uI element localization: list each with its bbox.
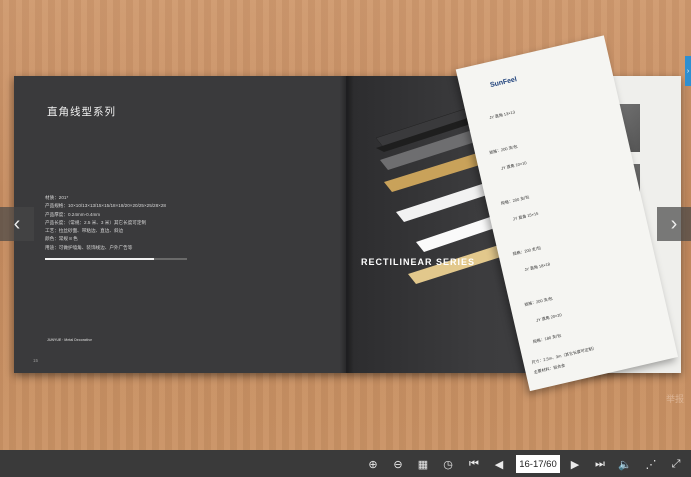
catalog-text: 规格：200 支/包 (512, 245, 542, 257)
product-specs: 材质：201* 产品规格：10×10/13×13/15×15/18×18/20×… (45, 194, 166, 252)
spec-line: 材质：201* (45, 195, 69, 200)
catalog-text: JY 直角 20×20 (535, 312, 563, 323)
zoom-in-icon[interactable]: ⊕ (364, 455, 382, 473)
brand-footer: JUNYUE · Metal Decorative (47, 338, 93, 342)
prev-page-icon[interactable]: ◀ (490, 455, 508, 473)
prev-page-button[interactable]: ‹ (0, 207, 34, 241)
catalog-text: 规格：200 支/包 (523, 295, 554, 308)
spec-line: 产品厚度：0.24mm-0.4mm (45, 211, 101, 217)
catalog-text: 规格：200 支/包 (488, 143, 518, 156)
decorative-bar-fill (45, 258, 155, 260)
left-page-number: 15 (33, 358, 39, 363)
catalog-text: JY 直角 10×10 (500, 160, 528, 171)
right-page-title: RECTILINEAR SERIES (361, 257, 476, 267)
catalog-text: JY 直角 18×18 (523, 261, 551, 273)
sound-icon[interactable]: 🔈 (616, 455, 634, 473)
catalog-text: JY 直角 15×15 (512, 210, 539, 222)
brand-logo: SunFeel (489, 76, 518, 90)
spec-line: 工艺：拉丝砂面、带粘边、直边、斜边 (45, 228, 124, 234)
decorative-bar (45, 258, 187, 260)
book-spine (340, 76, 354, 373)
catalog-text: 规格：180 支/包 (532, 332, 562, 345)
spec-line: 颜色：常规 8 色 (45, 236, 78, 242)
bottom-toolbar: ⊕ ⊖ ▦ ◷ ⏮ ◀ 16-17/60 ▶ ⏭ 🔈 ⋰ ⤢ (0, 450, 691, 477)
side-panel-toggle[interactable]: › (685, 56, 691, 86)
spec-line: 产品规格：10×10/13×13/15×15/18×18/20×20/25×25… (45, 203, 166, 209)
thumbnails-icon[interactable]: ▦ (414, 455, 432, 473)
next-page-button[interactable]: › (657, 207, 691, 241)
next-page-icon[interactable]: ▶ (566, 455, 584, 473)
catalog-text: 规格：200 支/包 (500, 194, 530, 206)
catalog-text: JY 直角 13×13 (488, 109, 516, 121)
autoplay-icon[interactable]: ◷ (439, 455, 457, 473)
zoom-out-icon[interactable]: ⊖ (389, 455, 407, 473)
report-link[interactable]: 举报 (666, 392, 684, 405)
page-indicator[interactable]: 16-17/60 (516, 455, 560, 473)
spec-line: 用途：可做护墙角、装饰线边、户外广告等 (45, 244, 133, 250)
fullscreen-icon[interactable]: ⤢ (667, 455, 685, 473)
left-page-title: 直角线型系列 (47, 106, 116, 118)
spec-line: 产品长度：（常规：2.5 米、3 米）其它长度可定制 (45, 219, 147, 225)
left-page[interactable]: 直角线型系列 材质：201* 产品规格：10×10/13×13/15×15/18… (14, 76, 346, 373)
first-page-icon[interactable]: ⏮ (465, 455, 483, 473)
last-page-icon[interactable]: ⏭ (591, 455, 609, 473)
share-icon[interactable]: ⋰ (642, 455, 660, 473)
